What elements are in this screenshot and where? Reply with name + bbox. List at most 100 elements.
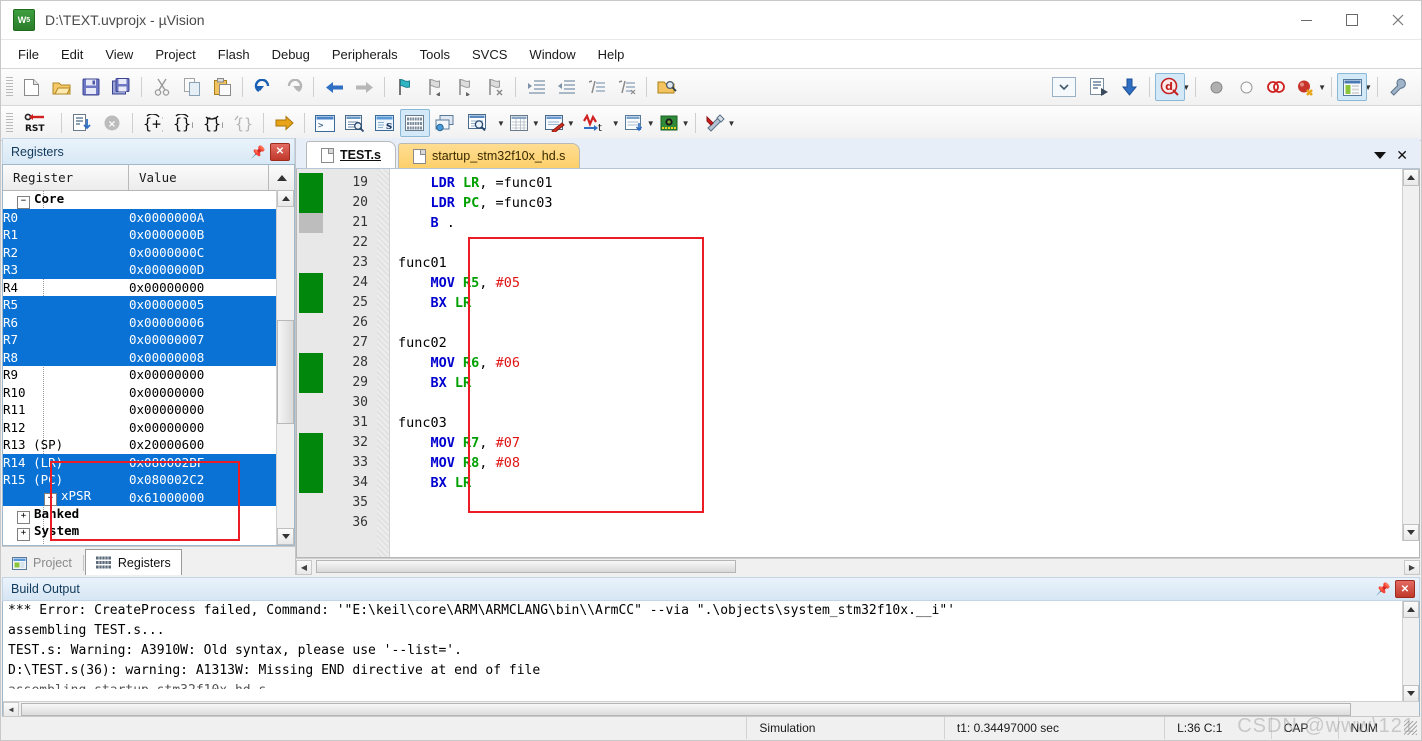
menu-peripherals[interactable]: Peripherals (321, 43, 409, 66)
configuration-wizard-icon[interactable] (1383, 73, 1413, 101)
build-vertical-scrollbar[interactable] (1402, 601, 1419, 702)
editor-horizontal-scrollbar[interactable]: ◀ ▶ (296, 558, 1420, 575)
bookmark-toggle-icon[interactable] (390, 73, 420, 101)
dock-tab-registers[interactable]: Registers (84, 549, 182, 575)
code-line[interactable]: func03 (390, 413, 1419, 433)
code-editor[interactable]: 19 20 21 22 23 24 25 26 27 28 29 30 31 32 33 34 35 36 LDR… (296, 169, 1420, 558)
register-row[interactable]: + xPSR 0x61000000 (3, 488, 294, 507)
code-line[interactable]: LDR PC, =func03 (390, 193, 1419, 213)
expand-icon[interactable]: + (17, 510, 30, 524)
executable-line-marker[interactable] (299, 173, 323, 193)
register-row[interactable]: R11 0x00000000 (3, 401, 294, 419)
code-line[interactable] (390, 313, 1419, 333)
register-row[interactable]: R1 0x0000000B (3, 226, 294, 244)
serial-window-icon[interactable] (540, 109, 570, 137)
save-icon[interactable] (76, 73, 106, 101)
maximize-icon[interactable] (1329, 1, 1375, 39)
build-output-text[interactable]: *** Error: CreateProcess failed, Command… (2, 601, 1420, 719)
register-row[interactable]: R13 (SP) 0x20000600 (3, 436, 294, 454)
code-line[interactable] (390, 393, 1419, 413)
menu-debug[interactable]: Debug (261, 43, 321, 66)
executable-line-marker[interactable] (299, 433, 323, 453)
collapse-icon[interactable]: − (17, 195, 30, 209)
open-project-folder-icon[interactable] (652, 73, 682, 101)
code-line[interactable]: MOV R5, #05 (390, 273, 1419, 293)
code-line[interactable]: func01 (390, 253, 1419, 273)
trace-window-icon[interactable] (620, 109, 650, 137)
expand-icon[interactable]: + (17, 528, 30, 542)
bookmark-prev-icon[interactable] (420, 73, 450, 101)
column-header-value[interactable]: Value (129, 165, 269, 190)
menu-tools[interactable]: Tools (409, 43, 461, 66)
editor-margin-markers[interactable] (297, 169, 325, 557)
scrollbar-down-button[interactable] (277, 528, 294, 545)
cut-icon[interactable] (147, 73, 177, 101)
toolbar-grip[interactable] (6, 113, 13, 133)
scrollbar-thumb[interactable] (316, 560, 736, 573)
menu-file[interactable]: File (7, 43, 50, 66)
menu-project[interactable]: Project (144, 43, 206, 66)
open-file-icon[interactable] (46, 73, 76, 101)
scrollbar-up-button[interactable] (1403, 169, 1419, 186)
registers-window-icon[interactable] (400, 109, 430, 137)
outdent-icon[interactable] (551, 73, 581, 101)
close-icon[interactable] (1375, 1, 1421, 39)
code-line[interactable] (390, 493, 1419, 513)
run-icon[interactable] (67, 109, 97, 137)
command-window-icon[interactable]: > (310, 109, 340, 137)
code-line[interactable]: MOV R7, #07 (390, 433, 1419, 453)
show-next-statement-icon[interactable] (269, 109, 299, 137)
code-line[interactable]: BX LR (390, 373, 1419, 393)
pin-icon[interactable]: 📌 (250, 144, 266, 160)
build-target-icon[interactable] (1084, 73, 1114, 101)
breakpoint-disabled-icon[interactable] (1201, 73, 1231, 101)
code-line[interactable] (390, 513, 1419, 533)
scroll-up-button[interactable] (269, 165, 294, 190)
save-all-icon[interactable] (106, 73, 136, 101)
code-line[interactable]: B . (390, 213, 1419, 233)
close-icon[interactable]: ✕ (270, 142, 290, 161)
executable-line-marker[interactable] (299, 373, 323, 393)
bookmark-clear-icon[interactable] (480, 73, 510, 101)
breakpoint-kill-icon[interactable] (1291, 73, 1321, 101)
scrollbar-left-button[interactable]: ◀ (3, 702, 19, 717)
chevron-down-icon[interactable] (1374, 152, 1387, 159)
code-line[interactable]: func02 (390, 333, 1419, 353)
stop-icon[interactable]: × (97, 109, 127, 137)
column-header-register[interactable]: Register (3, 165, 129, 190)
indent-icon[interactable] (521, 73, 551, 101)
editor-vertical-scrollbar[interactable] (1402, 169, 1419, 541)
dock-tab-project[interactable]: Project (2, 551, 82, 575)
step-into-icon[interactable]: {+} (138, 109, 168, 137)
step-out-icon[interactable]: {}▸ (198, 109, 228, 137)
current-line-marker[interactable] (299, 213, 323, 233)
register-row[interactable]: R5 0x00000005 (3, 296, 294, 314)
reset-cpu-icon[interactable]: RST (16, 109, 56, 137)
minimize-icon[interactable] (1283, 1, 1329, 39)
navigate-back-icon[interactable] (319, 73, 349, 101)
bookmark-next-icon[interactable] (450, 73, 480, 101)
breakpoint-all-icon[interactable] (1261, 73, 1291, 101)
register-group-core[interactable]: − Core (3, 191, 294, 209)
call-stack-icon[interactable] (430, 109, 460, 137)
register-row[interactable]: R15 (PC) 0x080002C2 (3, 471, 294, 489)
scrollbar-right-button[interactable]: ▶ (1404, 559, 1420, 575)
registers-row-list[interactable]: − Core R0 0x0000000A R1 0x0000000B R2 0x0000000… (3, 191, 294, 545)
menu-window[interactable]: Window (518, 43, 586, 66)
register-row[interactable]: R10 0x00000000 (3, 384, 294, 402)
system-viewer-icon[interactable] (655, 109, 685, 137)
new-file-icon[interactable] (16, 73, 46, 101)
editor-tab-test-s[interactable]: TEST.s (306, 141, 396, 168)
executable-line-marker[interactable] (299, 473, 323, 493)
register-group-system[interactable]: + System (3, 523, 294, 542)
register-row[interactable]: R14 (LR) 0x080002BF (3, 453, 294, 471)
register-row[interactable]: R3 0x0000000D (3, 261, 294, 279)
close-icon[interactable]: ✕ (1396, 147, 1408, 164)
register-row[interactable]: R8 0x00000008 (3, 348, 294, 366)
target-options-dropdown-icon[interactable] (1044, 73, 1084, 101)
toolbox-icon[interactable] (701, 109, 731, 137)
scrollbar-up-button[interactable] (1403, 601, 1419, 618)
scrollbar-down-button[interactable] (1403, 685, 1419, 702)
code-line[interactable]: BX LR (390, 473, 1419, 493)
expand-icon[interactable]: + (44, 493, 57, 507)
